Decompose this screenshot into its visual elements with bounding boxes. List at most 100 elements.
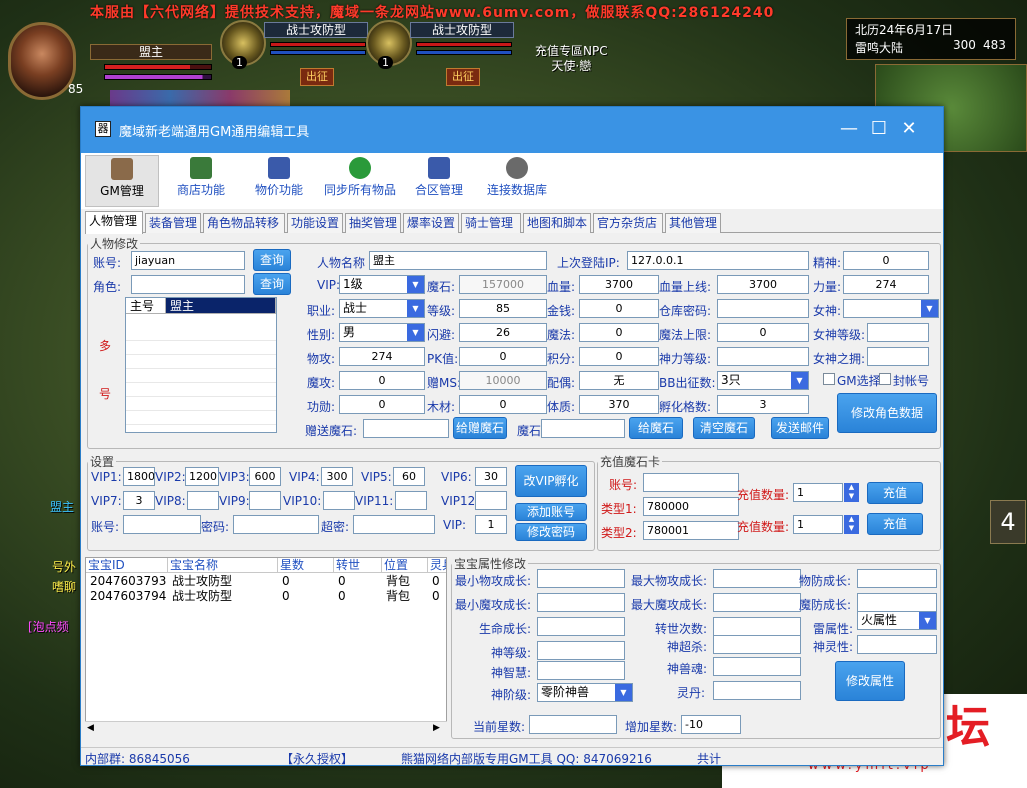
body-input[interactable]: 370 xyxy=(579,395,659,414)
recharge-button-1[interactable]: 充值 xyxy=(867,482,923,504)
multi-account-list[interactable]: 主号 盟主 xyxy=(125,297,277,433)
max-mag-input[interactable] xyxy=(713,593,801,612)
list-item[interactable]: 盟主 xyxy=(166,298,276,314)
query-role-button[interactable]: 查询 xyxy=(253,273,291,295)
vip4-input[interactable]: 300 xyxy=(321,467,353,486)
power-input[interactable]: 274 xyxy=(843,275,929,294)
goddess-embrace-input[interactable] xyxy=(867,347,929,366)
side-button[interactable]: 4 xyxy=(990,500,1026,544)
scroll-left-icon[interactable]: ◀ xyxy=(87,723,94,733)
minimize-button[interactable]: — xyxy=(835,117,863,143)
col-header[interactable]: 位置 xyxy=(382,558,428,573)
qty2-stepper[interactable]: ▲ ▼ xyxy=(844,515,859,534)
magic-max-input[interactable]: 0 xyxy=(717,323,809,342)
vip2-input[interactable]: 1200 xyxy=(185,467,219,486)
vip11-input[interactable] xyxy=(395,491,427,510)
min-phy-input[interactable] xyxy=(537,569,625,588)
gift-ms-input[interactable]: 10000 xyxy=(459,371,547,390)
clear-gem-button[interactable]: 清空魔石 xyxy=(693,417,755,439)
god-level-input[interactable] xyxy=(537,641,625,660)
horizontal-scrollbar[interactable]: ◀ ▶ xyxy=(85,721,447,737)
spouse-input[interactable]: 无 xyxy=(579,371,659,390)
gem-input[interactable]: 157000 xyxy=(459,275,547,294)
mag-atk-input[interactable]: 0 xyxy=(339,371,425,390)
vip3-input[interactable]: 600 xyxy=(249,467,281,486)
player-avatar[interactable] xyxy=(8,22,76,100)
table-row[interactable]: 2047603793 战士攻防型 0 0 背包 0 xyxy=(86,574,446,589)
pk-input[interactable]: 0 xyxy=(459,347,547,366)
hp-max-input[interactable]: 3700 xyxy=(717,275,809,294)
pet-deploy-button[interactable]: 出征 xyxy=(446,68,480,86)
goddess-level-input[interactable] xyxy=(867,323,929,342)
give-gift-gem-button[interactable]: 给赠魔石 xyxy=(453,417,507,439)
vip6-input[interactable]: 30 xyxy=(475,467,507,486)
current-star-input[interactable] xyxy=(529,715,617,734)
char-name-input[interactable]: 盟主 xyxy=(369,251,547,270)
phy-atk-input[interactable]: 274 xyxy=(339,347,425,366)
ban-account-checkbox[interactable] xyxy=(879,373,891,385)
vip1-input[interactable]: 1800 xyxy=(123,467,155,486)
change-vip-hatch-button[interactable]: 改VIP孵化 xyxy=(515,465,587,497)
tab-map-script[interactable]: 地图和脚本 xyxy=(523,213,591,233)
god-stage-select[interactable]: 零阶神兽 ▼ xyxy=(537,683,633,702)
divine-input[interactable] xyxy=(717,347,809,366)
col-header[interactable]: 转世 xyxy=(334,558,382,573)
life-input[interactable] xyxy=(537,617,625,636)
recharge-account-input[interactable] xyxy=(643,473,739,492)
col-header[interactable]: 星数 xyxy=(278,558,334,573)
vip-select[interactable]: 1级 ▼ xyxy=(339,275,425,294)
table-row[interactable]: 2047603794 战士攻防型 0 0 背包 0 xyxy=(86,589,446,604)
toolbar-gm-manage[interactable]: GM管理 xyxy=(85,155,159,207)
gold-input[interactable]: 0 xyxy=(579,299,659,318)
tab-official-shop[interactable]: 官方杂货店 xyxy=(593,213,663,233)
gift-gem-input[interactable] xyxy=(363,419,449,438)
job-select[interactable]: 战士 ▼ xyxy=(339,299,425,318)
qty2-input[interactable]: 1 xyxy=(793,515,843,534)
qty1-stepper[interactable]: ▲ ▼ xyxy=(844,483,859,502)
phy-def-input[interactable] xyxy=(857,569,937,588)
god-spirit-input[interactable] xyxy=(857,635,937,654)
vip9-input[interactable] xyxy=(249,491,281,510)
toolbar-shop[interactable]: 商店功能 xyxy=(169,155,233,207)
tab-knight[interactable]: 骑士管理 xyxy=(461,213,521,233)
super-password-input[interactable] xyxy=(353,515,435,534)
pet-table[interactable]: 宝宝ID 宝宝名称 星数 转世 位置 灵兵 2047603793 战士攻防型 0… xyxy=(85,557,447,737)
gem2-input[interactable] xyxy=(541,419,625,438)
vip10-input[interactable] xyxy=(323,491,355,510)
spirit-input[interactable]: 0 xyxy=(843,251,929,270)
bb-select[interactable]: 3只 ▼ xyxy=(717,371,809,390)
min-mag-input[interactable] xyxy=(537,593,625,612)
title-bar[interactable]: 器 魔域新老端通用GM通用编辑工具 — ☐ ✕ xyxy=(81,107,943,153)
settings-password-input[interactable] xyxy=(233,515,319,534)
toolbar-connect-db[interactable]: 连接数据库 xyxy=(481,155,553,207)
npc-label[interactable]: 充值专區NPC 天使·戀 xyxy=(535,44,608,74)
change-password-button[interactable]: 修改密码 xyxy=(515,523,587,541)
vip8-input[interactable] xyxy=(187,491,219,510)
element-select[interactable]: 火属性 ▼ xyxy=(857,611,937,630)
add-account-button[interactable]: 添加账号 xyxy=(515,503,587,521)
reborn-input[interactable] xyxy=(713,617,801,636)
recharge-button-2[interactable]: 充值 xyxy=(867,513,923,535)
god-kill-input[interactable] xyxy=(713,635,801,654)
pill-input[interactable] xyxy=(713,681,801,700)
dodge-input[interactable]: 26 xyxy=(459,323,547,342)
close-button[interactable]: ✕ xyxy=(895,117,923,143)
goddess-select[interactable]: ▼ xyxy=(843,299,939,318)
last-login-input[interactable]: 127.0.0.1 xyxy=(627,251,809,270)
tab-item-transfer[interactable]: 角色物品转移 xyxy=(203,213,285,233)
settings-vip-input[interactable]: 1 xyxy=(475,515,507,534)
tab-other[interactable]: 其他管理 xyxy=(665,213,721,233)
store-pw-input[interactable] xyxy=(717,299,809,318)
pet-frame-2[interactable]: 战士攻防型 1 出征 xyxy=(366,20,516,86)
hatch-input[interactable]: 3 xyxy=(717,395,809,414)
toolbar-merge-server[interactable]: 合区管理 xyxy=(407,155,471,207)
magic-input[interactable]: 0 xyxy=(579,323,659,342)
list-header[interactable]: 主号 xyxy=(126,298,166,314)
hp-input[interactable]: 3700 xyxy=(579,275,659,294)
toolbar-sync-items[interactable]: 同步所有物品 xyxy=(319,155,401,207)
account-input[interactable]: jiayuan xyxy=(131,251,245,270)
tab-drop-rate[interactable]: 爆率设置 xyxy=(403,213,459,233)
modify-character-button[interactable]: 修改角色数据 xyxy=(837,393,937,433)
god-soul-input[interactable] xyxy=(713,657,801,676)
vip5-input[interactable]: 60 xyxy=(393,467,425,486)
